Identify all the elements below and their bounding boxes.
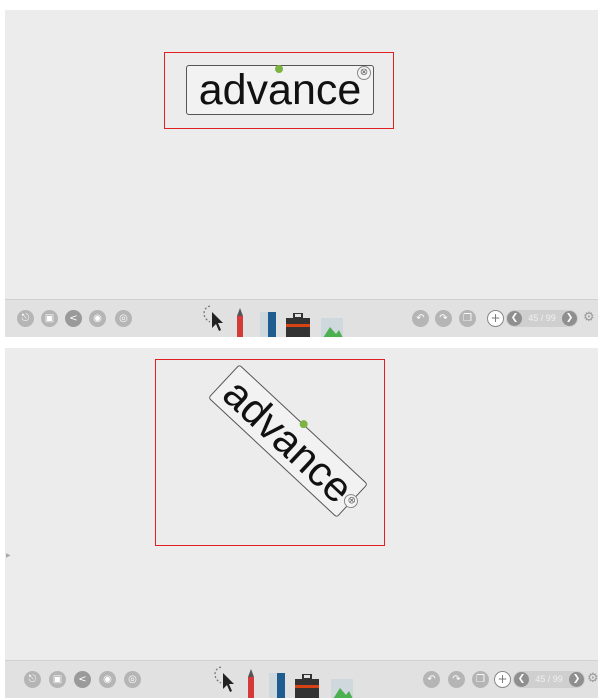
whiteboard-canvas-bottom[interactable]: advance ⊕ ▶ ⎋ ▣ < ◉ ◎ ↶ ↷ ❐ + ❮ 45 / 99 … (5, 348, 598, 698)
next-page-icon[interactable]: ❯ (569, 672, 584, 687)
side-expand-icon[interactable]: ▶ (6, 552, 11, 559)
exit-icon[interactable]: ⎋ (17, 310, 34, 327)
bottom-toolbar: ⎋ ▣ < ◉ ◎ ↶ ↷ ❐ + ❮ 45 / 99 ❯ ⚙ (5, 299, 598, 337)
user-add-icon[interactable]: ◉ (99, 671, 116, 688)
next-page-icon[interactable]: ❯ (562, 311, 577, 326)
toolbox-icon[interactable] (286, 313, 310, 337)
image-icon[interactable] (331, 679, 353, 698)
text-object-word: advance (198, 66, 362, 114)
user-switch-icon[interactable]: ◎ (115, 310, 132, 327)
copy-page-icon[interactable]: ❐ (472, 671, 489, 688)
add-page-icon[interactable]: + (487, 310, 504, 327)
share-icon[interactable]: < (65, 310, 82, 327)
page-number: 45 / 99 (528, 313, 556, 323)
share-icon[interactable]: < (74, 671, 91, 688)
undo-icon[interactable]: ↶ (412, 310, 429, 327)
pen-icon[interactable] (246, 669, 256, 698)
page-number: 45 / 99 (535, 674, 563, 684)
lasso-select-icon[interactable] (211, 663, 237, 697)
redo-icon[interactable]: ↷ (448, 671, 465, 688)
toolbox-icon[interactable] (295, 674, 319, 698)
settings-icon[interactable]: ⚙ (583, 310, 595, 325)
settings-icon[interactable]: ⚙ (587, 671, 598, 686)
copy-page-icon[interactable]: ❐ (459, 310, 476, 327)
rotate-handle[interactable] (275, 65, 283, 73)
page-indicator: ❮ 45 / 99 ❯ (506, 310, 578, 327)
save-icon[interactable]: ▣ (41, 310, 58, 327)
eraser-icon[interactable] (260, 312, 276, 337)
whiteboard-canvas-top[interactable]: advance ⊗ ⎋ ▣ < ◉ ◎ ↶ ↷ ❐ + ❮ 45 / 99 ❯ … (5, 10, 598, 337)
exit-icon[interactable]: ⎋ (24, 671, 41, 688)
close-icon[interactable]: ⊗ (357, 66, 371, 80)
image-icon[interactable] (321, 318, 343, 337)
user-add-icon[interactable]: ◉ (89, 310, 106, 327)
save-icon[interactable]: ▣ (49, 671, 66, 688)
eraser-icon[interactable] (269, 673, 285, 698)
page-indicator: ❮ 45 / 99 ❯ (513, 671, 585, 688)
add-page-icon[interactable]: + (494, 671, 511, 688)
redo-icon[interactable]: ↷ (435, 310, 452, 327)
lasso-select-icon[interactable] (200, 302, 226, 336)
bottom-toolbar: ⎋ ▣ < ◉ ◎ ↶ ↷ ❐ + ❮ 45 / 99 ❯ ⚙ (5, 660, 598, 698)
prev-page-icon[interactable]: ❮ (507, 311, 522, 326)
undo-icon[interactable]: ↶ (423, 671, 440, 688)
prev-page-icon[interactable]: ❮ (514, 672, 529, 687)
pen-icon[interactable] (235, 308, 245, 337)
user-switch-icon[interactable]: ◎ (124, 671, 141, 688)
